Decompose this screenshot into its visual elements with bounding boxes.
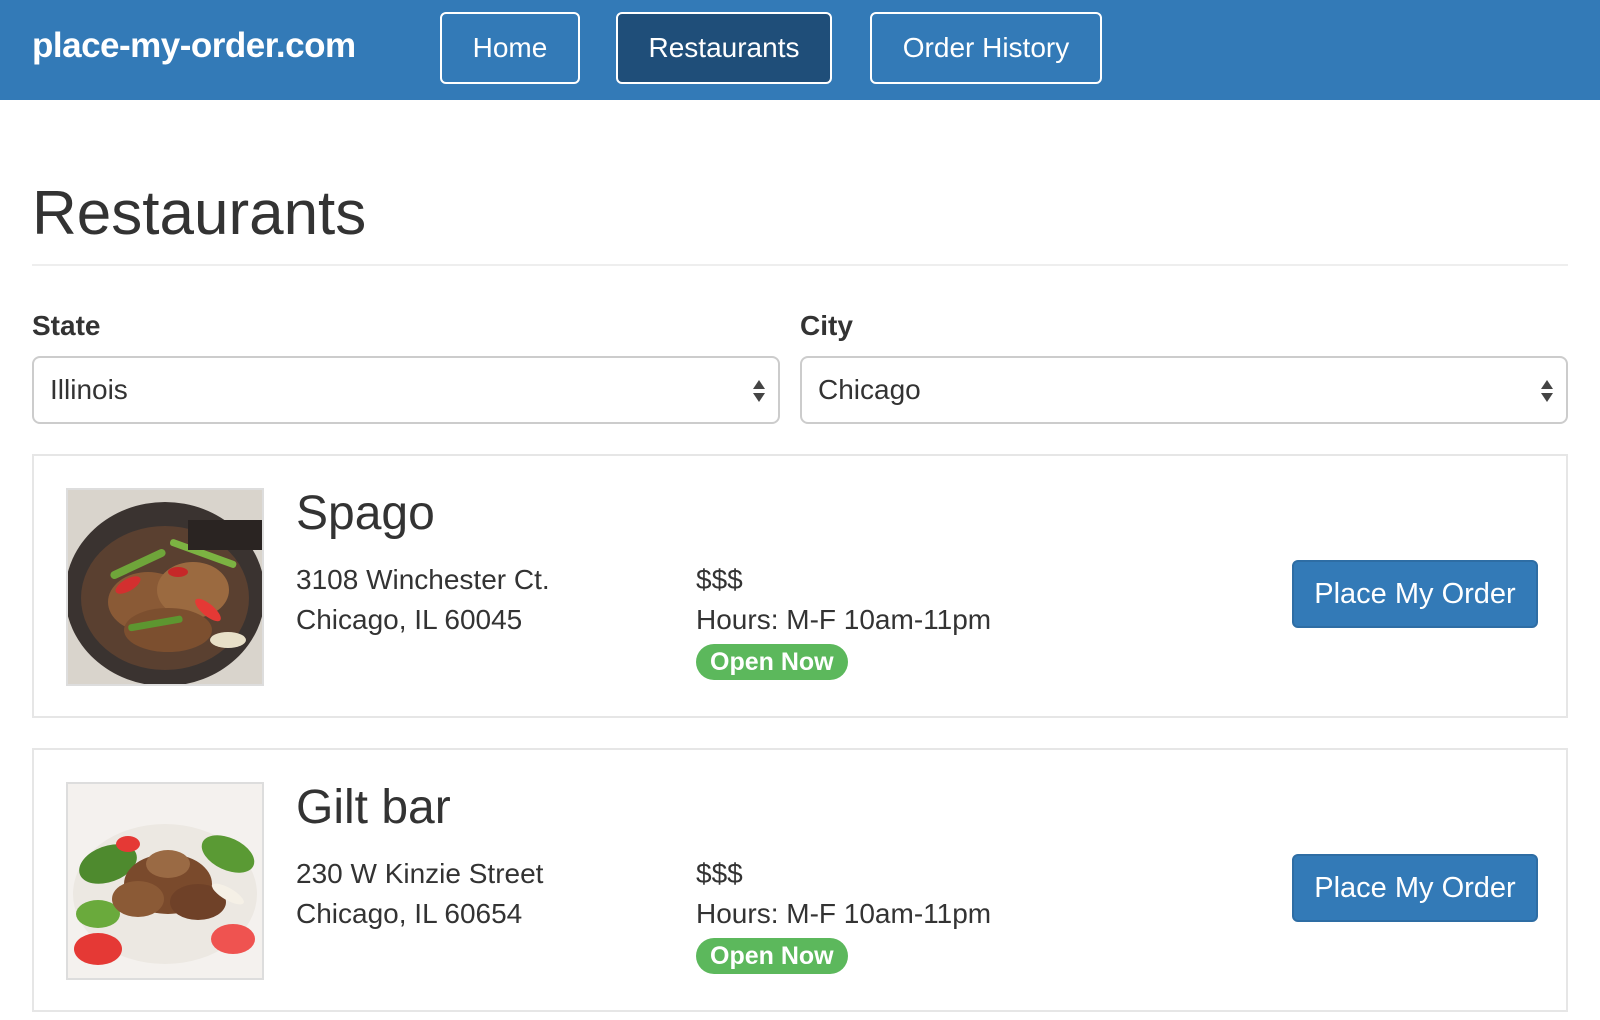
food-photo-beef-salad-icon xyxy=(68,784,262,978)
restaurant-address-line2: Chicago, IL 60654 xyxy=(296,898,523,929)
nav-restaurants-button[interactable]: Restaurants xyxy=(616,12,832,84)
city-label: City xyxy=(800,310,853,341)
place-my-order-button[interactable]: Place My Order xyxy=(1292,854,1538,922)
city-select[interactable]: Chicago xyxy=(800,356,1568,424)
page-title: Restaurants xyxy=(32,179,367,248)
restaurant-address-line1: 3108 Winchester Ct. xyxy=(296,564,550,595)
restaurant-address-line2: Chicago, IL 60045 xyxy=(296,604,523,635)
nav-home-button[interactable]: Home xyxy=(440,12,580,84)
place-my-order-button[interactable]: Place My Order xyxy=(1292,560,1538,628)
restaurant-card: Gilt bar 230 W Kinzie Street Chicago, IL… xyxy=(32,748,1568,1012)
food-photo-stir-fry-icon xyxy=(68,490,262,684)
select-updown-arrows-icon xyxy=(753,380,765,402)
restaurant-price: $$$ xyxy=(696,858,743,889)
restaurant-address-line1: 230 W Kinzie Street xyxy=(296,858,544,889)
top-navbar: place-my-order.com Home Restaurants Orde… xyxy=(0,0,1600,100)
nav-order-history-button[interactable]: Order History xyxy=(870,12,1102,84)
restaurant-thumbnail xyxy=(66,488,264,686)
open-now-badge: Open Now xyxy=(696,644,848,680)
restaurant-hours: Hours: M-F 10am-11pm xyxy=(696,604,992,635)
restaurant-name: Gilt bar xyxy=(296,781,451,834)
state-select[interactable]: Illinois xyxy=(32,356,780,424)
select-updown-arrows-icon xyxy=(1541,380,1553,402)
brand-logo[interactable]: place-my-order.com xyxy=(32,26,356,66)
title-divider xyxy=(32,264,1568,266)
restaurant-hours: Hours: M-F 10am-11pm xyxy=(696,898,992,929)
state-label: State xyxy=(32,310,101,341)
restaurant-name: Spago xyxy=(296,487,435,540)
restaurant-card: Spago 3108 Winchester Ct. Chicago, IL 60… xyxy=(32,454,1568,718)
state-select-value: Illinois xyxy=(50,374,128,405)
restaurant-thumbnail xyxy=(66,782,264,980)
restaurant-price: $$$ xyxy=(696,564,743,595)
open-now-badge: Open Now xyxy=(696,938,848,974)
city-select-value: Chicago xyxy=(818,374,921,405)
